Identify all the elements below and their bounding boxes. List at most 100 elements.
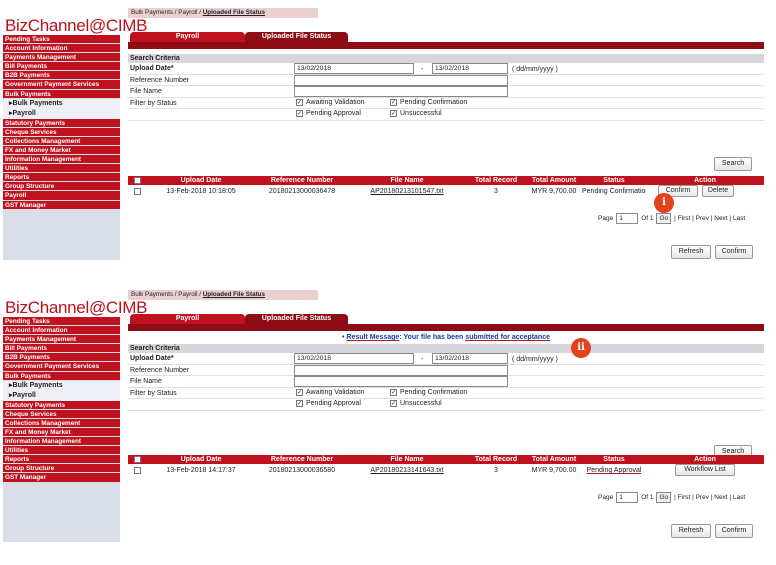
- sidebar-item[interactable]: Payments Management: [3, 53, 120, 63]
- filter-pending-approval[interactable]: ✓ Pending Approval: [296, 110, 361, 117]
- sidebar-item[interactable]: Payments Management: [3, 335, 120, 345]
- sidebar-item[interactable]: Account Information: [3, 326, 120, 336]
- date-from-input[interactable]: 13/02/2018: [294, 63, 414, 74]
- sidebar-item[interactable]: Cheque Services: [3, 127, 120, 137]
- go-button[interactable]: Go: [656, 213, 672, 224]
- result-message: • Result Message: Your file has been sub…: [341, 334, 550, 341]
- pagination: Page 1 Of 1 Go | First | Prev | Next | L…: [598, 492, 746, 503]
- file-link[interactable]: AP20180213141643.txt: [348, 464, 466, 477]
- sidebar-item[interactable]: Pending Tasks: [3, 317, 120, 327]
- file-name-input[interactable]: [294, 376, 508, 387]
- search-button[interactable]: Search: [714, 157, 752, 171]
- table-header: Upload Date Reference Number File Name T…: [128, 455, 764, 464]
- row-checkbox[interactable]: [133, 187, 141, 195]
- sidebar-item[interactable]: Collections Management: [3, 136, 120, 146]
- sidebar-item[interactable]: Payroll: [3, 191, 120, 201]
- sidebar-item[interactable]: Account Information: [3, 44, 120, 54]
- filter-unsuccessful[interactable]: ✓ Unsuccessful: [390, 110, 442, 117]
- workflow-list-button[interactable]: Workflow List: [675, 464, 735, 476]
- sidebar-item[interactable]: ▸Payroll: [3, 108, 120, 119]
- sidebar-item[interactable]: Cheque Services: [3, 409, 120, 419]
- go-button[interactable]: Go: [656, 492, 672, 503]
- checkbox-icon[interactable]: ✓: [296, 400, 303, 407]
- filter-pending-confirmation[interactable]: ✓ Pending Confirmation: [390, 98, 467, 106]
- file-link[interactable]: AP20180213101547.txt: [348, 185, 466, 198]
- tab-underline: [128, 324, 764, 331]
- checkbox-icon[interactable]: ✓: [296, 98, 303, 106]
- sidebar-item[interactable]: Utilities: [3, 164, 120, 174]
- select-all-checkbox[interactable]: [133, 176, 141, 184]
- sidebar-item[interactable]: Reports: [3, 455, 120, 465]
- breadcrumb: Bulk Payments / Payroll / Uploaded File …: [128, 290, 318, 300]
- tab-payroll[interactable]: Payroll: [130, 314, 245, 324]
- brand-logo: BizChannel@CIMB: [3, 8, 148, 35]
- refresh-button[interactable]: Refresh: [671, 245, 711, 259]
- filter-pending-confirmation[interactable]: ✓ Pending Confirmation: [390, 388, 467, 396]
- checkbox-icon[interactable]: ✓: [390, 388, 397, 396]
- page-links[interactable]: | First | Prev | Next | Last: [674, 215, 745, 222]
- sidebar-item[interactable]: Reports: [3, 173, 120, 183]
- sidebar-item[interactable]: GST Manager: [3, 473, 120, 483]
- checkbox-icon[interactable]: ✓: [390, 400, 397, 407]
- page-input[interactable]: 1: [616, 492, 639, 503]
- sidebar-item[interactable]: Information Management: [3, 155, 120, 165]
- sidebar-item[interactable]: Bill Payments: [3, 62, 120, 72]
- file-name-input[interactable]: [294, 86, 508, 97]
- filter-unsuccessful[interactable]: ✓ Unsuccessful: [390, 400, 442, 407]
- sidebar-item[interactable]: FX and Money Market: [3, 145, 120, 156]
- date-to-input[interactable]: 13/02/2018: [432, 353, 508, 364]
- search-criteria: Search Criteria Upload Date* 13/02/2018 …: [128, 54, 764, 121]
- status-text: Pending Approval: [586, 467, 642, 474]
- sidebar-item[interactable]: Government Payment Services: [3, 362, 120, 372]
- confirm-button[interactable]: Confirm: [715, 245, 753, 259]
- sidebar-item[interactable]: Collections Management: [3, 418, 120, 428]
- sidebar-item[interactable]: ▸Payroll: [3, 390, 120, 401]
- filter-awaiting[interactable]: ✓ Awaiting Validation: [296, 98, 365, 106]
- sidebar-item[interactable]: Utilities: [3, 446, 120, 456]
- sidebar-item[interactable]: ▸Bulk Payments: [3, 380, 120, 391]
- sidebar-item[interactable]: B2B Payments: [3, 71, 120, 81]
- sidebar-item[interactable]: Bulk Payments: [3, 89, 120, 99]
- confirm-button[interactable]: Confirm: [715, 524, 753, 538]
- sidebar-item[interactable]: Government Payment Services: [3, 80, 120, 90]
- sidebar-item[interactable]: Statutory Payments: [3, 118, 120, 128]
- crumb-payroll[interactable]: Payroll: [178, 9, 197, 16]
- tab-bar: Payroll Uploaded File Status: [130, 314, 348, 324]
- crumb-bulk[interactable]: Bulk Payments: [131, 291, 173, 298]
- checkbox-icon[interactable]: ✓: [390, 98, 397, 106]
- sidebar-item[interactable]: ▸Bulk Payments: [3, 98, 120, 109]
- date-from-input[interactable]: 13/02/2018: [294, 353, 414, 364]
- crumb-current[interactable]: Uploaded File Status: [203, 9, 265, 16]
- sidebar-item[interactable]: Group Structure: [3, 182, 120, 192]
- reference-input[interactable]: [294, 74, 508, 86]
- tab-payroll[interactable]: Payroll: [130, 32, 245, 42]
- filter-awaiting[interactable]: ✓ Awaiting Validation: [296, 388, 365, 396]
- delete-button[interactable]: Delete: [702, 185, 734, 197]
- checkbox-icon[interactable]: ✓: [390, 110, 397, 117]
- sidebar-item[interactable]: Bill Payments: [3, 344, 120, 354]
- status-text: Pending Confirmation: [582, 188, 646, 195]
- sidebar-item[interactable]: Bulk Payments: [3, 371, 120, 381]
- select-all-checkbox[interactable]: [133, 455, 141, 463]
- sidebar-item[interactable]: Pending Tasks: [3, 35, 120, 45]
- crumb-current[interactable]: Uploaded File Status: [203, 291, 265, 298]
- page-input[interactable]: 1: [616, 213, 639, 224]
- sidebar-item[interactable]: FX and Money Market: [3, 427, 120, 438]
- tab-uploaded-file-status[interactable]: Uploaded File Status: [245, 32, 348, 42]
- sidebar-item[interactable]: B2B Payments: [3, 353, 120, 363]
- crumb-bulk[interactable]: Bulk Payments: [131, 9, 173, 16]
- sidebar-item[interactable]: Information Management: [3, 437, 120, 447]
- sidebar-item[interactable]: Group Structure: [3, 464, 120, 474]
- filter-pending-approval[interactable]: ✓ Pending Approval: [296, 400, 361, 407]
- date-to-input[interactable]: 13/02/2018: [432, 63, 508, 74]
- sidebar-item[interactable]: Statutory Payments: [3, 400, 120, 410]
- page-links[interactable]: | First | Prev | Next | Last: [674, 494, 745, 501]
- checkbox-icon[interactable]: ✓: [296, 110, 303, 117]
- checkbox-icon[interactable]: ✓: [296, 388, 303, 396]
- reference-input[interactable]: [294, 364, 508, 376]
- tab-uploaded-file-status[interactable]: Uploaded File Status: [245, 314, 348, 324]
- crumb-payroll[interactable]: Payroll: [178, 291, 197, 298]
- sidebar-item[interactable]: GST Manager: [3, 200, 120, 210]
- refresh-button[interactable]: Refresh: [671, 524, 711, 538]
- row-checkbox[interactable]: [133, 466, 141, 474]
